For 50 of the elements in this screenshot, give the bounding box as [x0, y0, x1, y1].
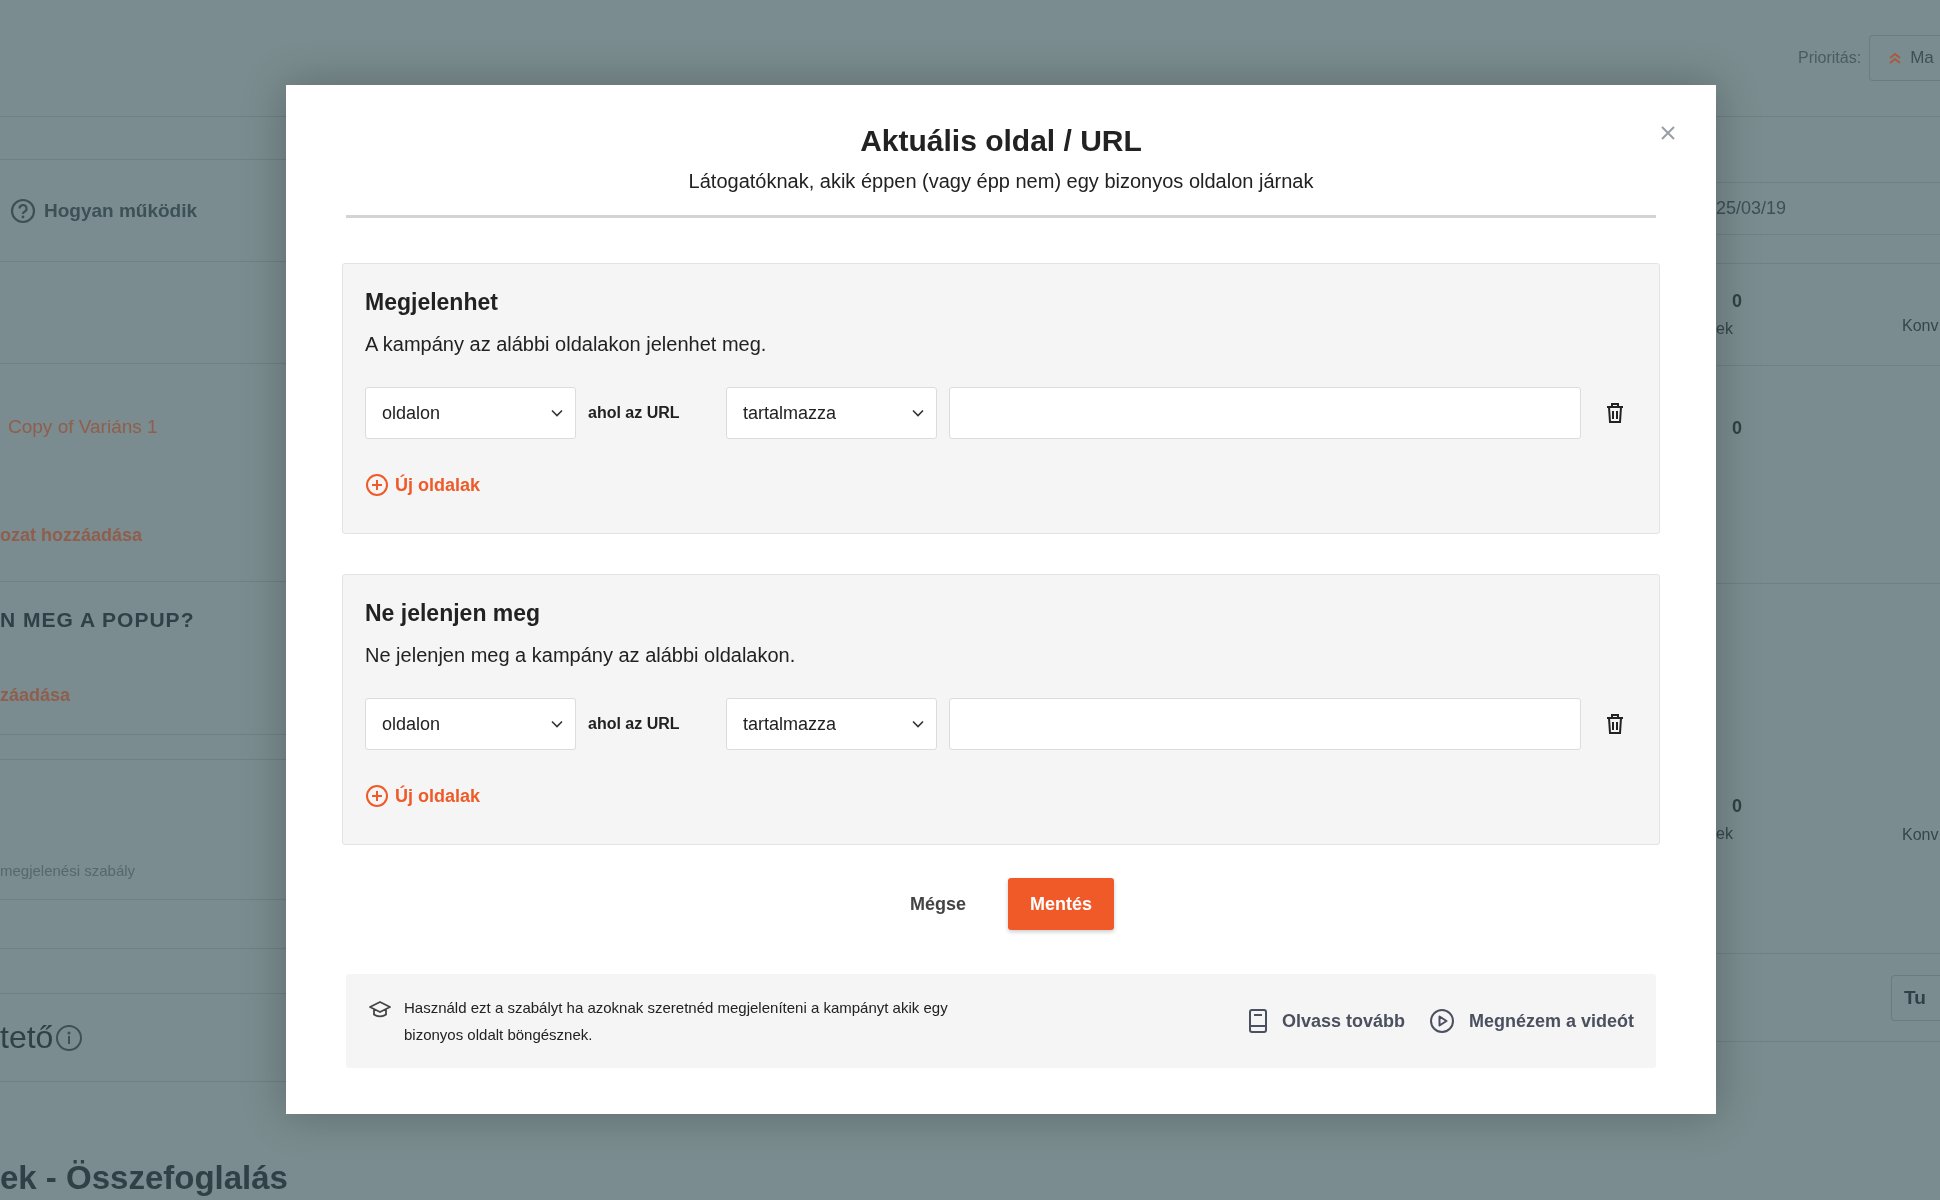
- connector-label: ahol az URL: [588, 715, 681, 733]
- stat-label: Konv: [1902, 826, 1939, 844]
- chevron-down-icon: [912, 720, 924, 728]
- chevron-down-icon: [912, 409, 924, 417]
- url-field[interactable]: [949, 387, 1581, 439]
- section-title: Megjelenhet: [365, 288, 499, 317]
- cancel-button[interactable]: Mégse: [888, 878, 988, 930]
- connector-label: ahol az URL: [588, 404, 681, 422]
- book-icon: [1247, 1008, 1268, 1034]
- double-chevron-up-icon: [1888, 51, 1903, 65]
- info-icon: [55, 1023, 84, 1052]
- summary-title: ek - Összefoglalás: [0, 1159, 288, 1197]
- scope-select[interactable]: oldalon: [365, 387, 576, 439]
- stat-value: 0: [1732, 796, 1742, 817]
- add-pages-link[interactable]: Új oldalak: [365, 473, 481, 497]
- delete-icon[interactable]: [1605, 713, 1625, 735]
- toolbar-button[interactable]: Tu: [1891, 974, 1940, 1021]
- section-description: A kampány az alábbi oldalakon jelenhet meg.: [365, 332, 768, 357]
- chevron-down-icon: [551, 720, 563, 728]
- stat-value: 0: [1732, 291, 1742, 312]
- help-link[interactable]: Hogyan működik: [44, 199, 198, 222]
- chevron-down-icon: [551, 409, 563, 417]
- info-link[interactable]: Megnézem a videót: [1428, 1008, 1634, 1034]
- stat-label: Konv: [1902, 317, 1939, 335]
- delete-icon[interactable]: [1605, 402, 1625, 424]
- info-text: Használd ezt a szabályt ha azoknak szeretnéd megjeleníteni a kampányt akik egy bizonyos oldalt böngésznek.: [404, 998, 949, 1045]
- plus-circle-icon: [365, 784, 389, 808]
- info-link[interactable]: Olvass tovább: [1247, 1008, 1405, 1034]
- stat-label: ek: [1716, 825, 1733, 843]
- section-description: Ne jelenjen meg a kampány az alábbi oldalakon.: [365, 643, 797, 668]
- add-pages-link[interactable]: Új oldalak: [365, 784, 481, 808]
- date-text: 25/03/19: [1716, 198, 1787, 219]
- modal-subtitle: Látogatóknak, akik éppen (vagy épp nem) egy bizonyos oldalon járnak: [687, 169, 1315, 194]
- modal-title: Aktuális oldal / URL: [859, 123, 1143, 159]
- plus-circle-icon: [365, 473, 389, 497]
- section-title: tető: [0, 1019, 54, 1056]
- stat-label: ek: [1716, 320, 1733, 338]
- operator-select[interactable]: tartalmazza: [726, 387, 937, 439]
- operator-select[interactable]: tartalmazza: [726, 698, 937, 750]
- priority-dropdown[interactable]: Ma: [1869, 35, 1940, 81]
- url-field[interactable]: [949, 698, 1581, 750]
- close-icon[interactable]: [1660, 125, 1676, 141]
- scope-select[interactable]: oldalon: [365, 698, 576, 750]
- graduation-cap-icon: [368, 1000, 392, 1020]
- section-heading: N MEG A POPUP?: [0, 607, 195, 632]
- save-button[interactable]: Mentés: [1008, 878, 1114, 930]
- section-title: Ne jelenjen meg: [365, 599, 542, 628]
- play-icon: [1428, 1008, 1455, 1034]
- stat-value: 0: [1732, 418, 1742, 439]
- help-icon: [10, 197, 36, 224]
